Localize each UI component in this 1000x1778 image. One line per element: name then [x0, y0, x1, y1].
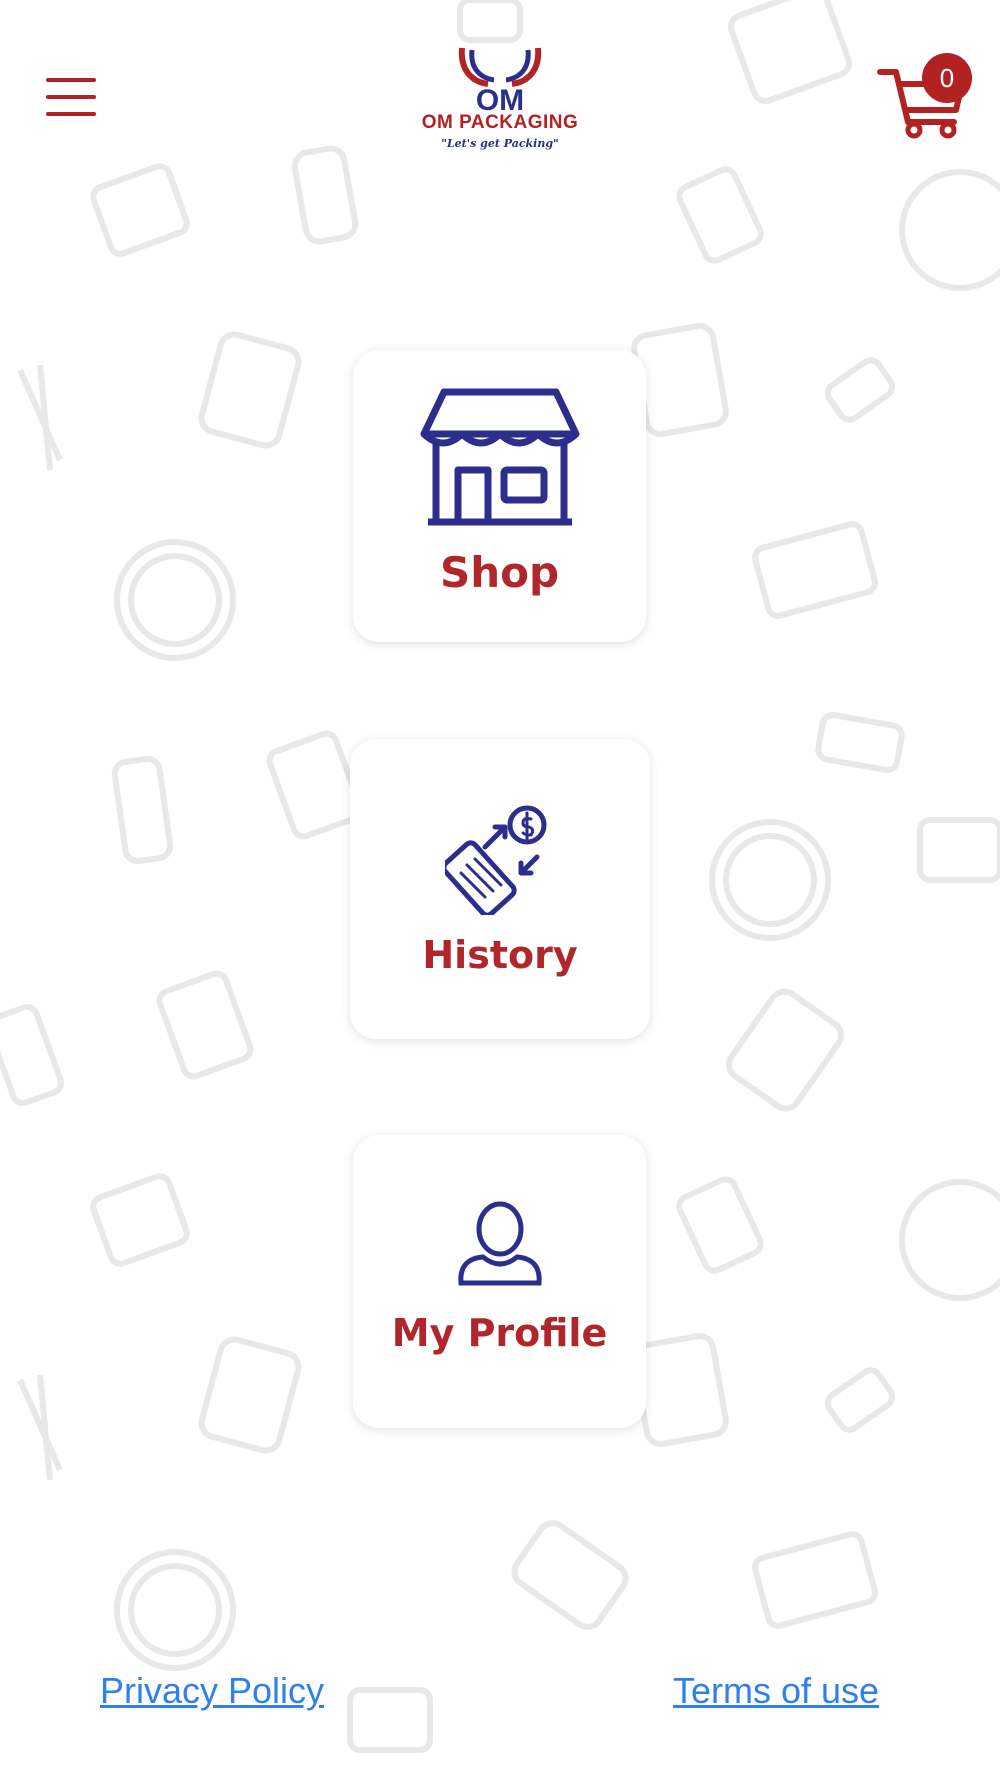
privacy-policy-link[interactable]: Privacy Policy	[100, 1670, 324, 1712]
shop-label: Shop	[439, 548, 560, 597]
storefront-icon	[420, 388, 579, 526]
transaction-history-icon	[445, 805, 547, 915]
my-profile-label: My Profile	[391, 1311, 608, 1355]
cart-count-badge: 0	[922, 53, 972, 103]
logo-emblem-icon: OM	[458, 47, 542, 117]
my-profile-tile[interactable]: My Profile	[353, 1135, 646, 1428]
hamburger-menu-button[interactable]	[40, 72, 104, 128]
hamburger-icon	[46, 78, 96, 82]
history-tile[interactable]: History	[350, 739, 650, 1039]
app-header: OM OM PACKAGING "Let's get Packing" 0	[0, 0, 1000, 200]
logo-title: OM PACKAGING	[421, 112, 579, 133]
logo-tagline: "Let's get Packing"	[441, 137, 559, 150]
hamburger-icon-bar	[46, 112, 96, 116]
terms-of-use-link[interactable]: Terms of use	[673, 1670, 879, 1712]
user-profile-icon	[457, 1201, 542, 1286]
shop-tile[interactable]: Shop	[353, 350, 646, 642]
brand-logo[interactable]: OM OM PACKAGING "Let's get Packing"	[410, 40, 590, 160]
hamburger-icon-bar	[46, 95, 96, 99]
history-label: History	[422, 933, 578, 977]
